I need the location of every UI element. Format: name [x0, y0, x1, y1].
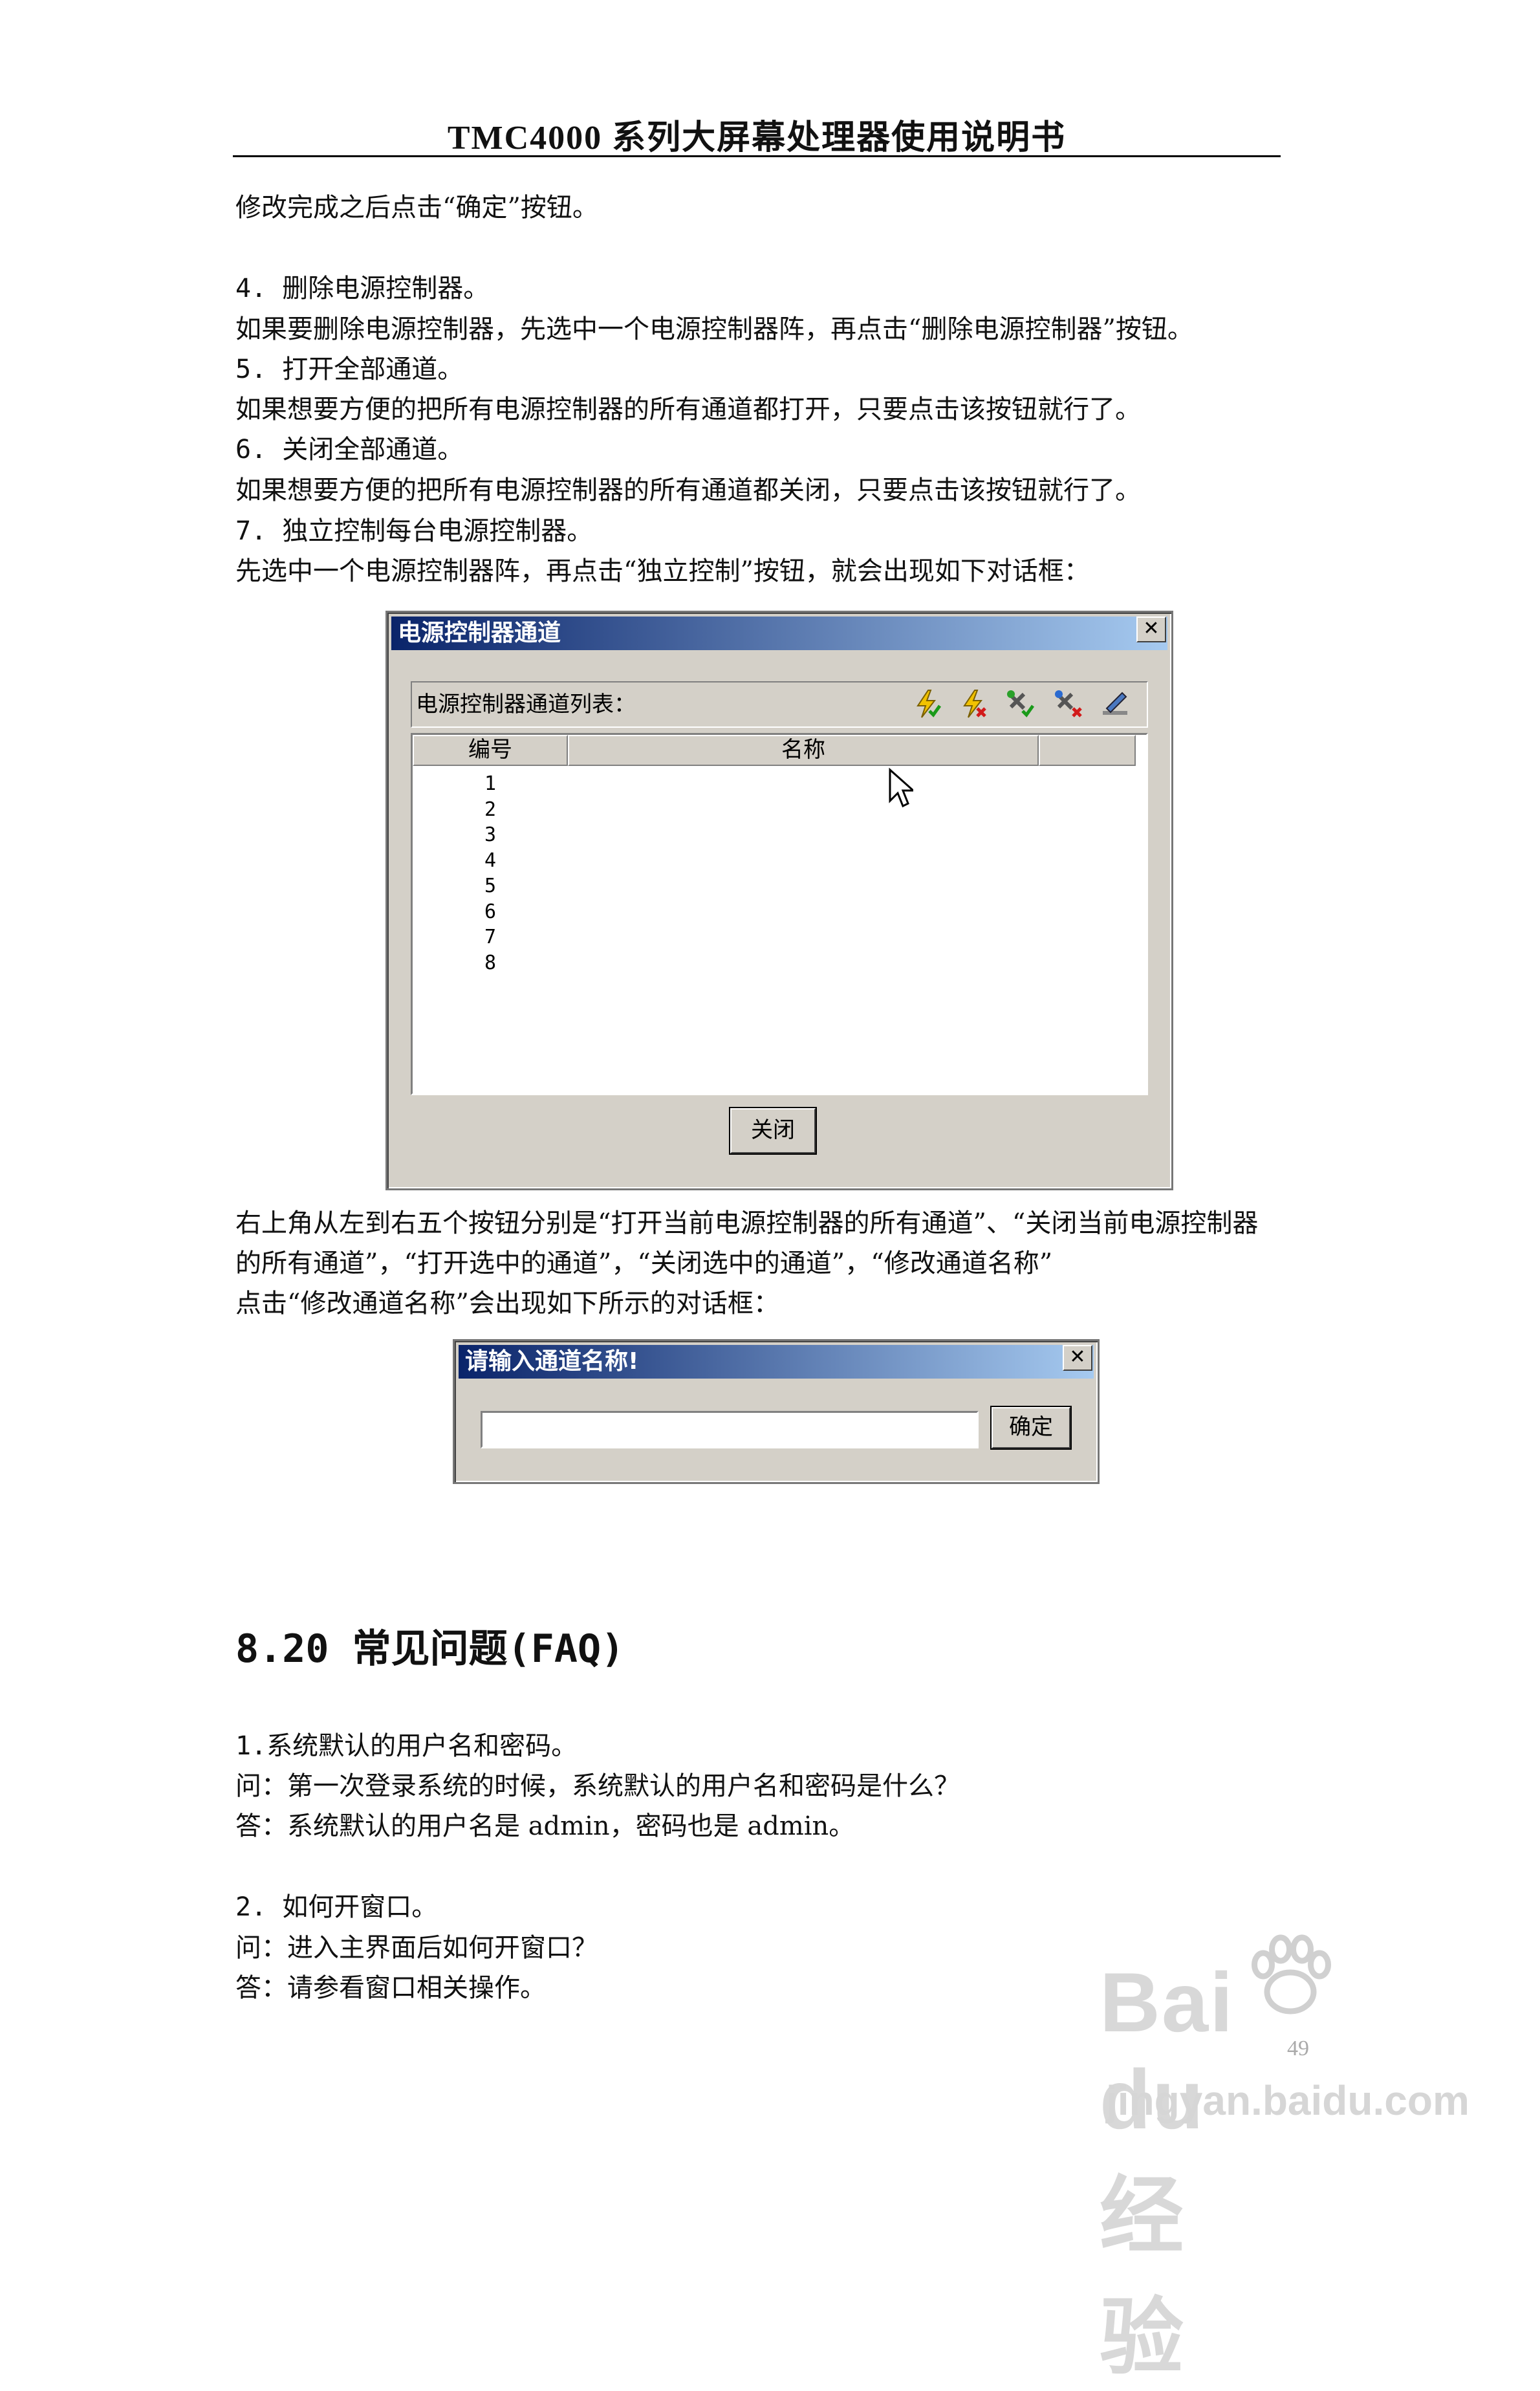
list-heading-4: 4. 删除电源控制器。: [235, 274, 490, 303]
paragraph: 修改完成之后点击“确定”按钮。: [235, 193, 598, 223]
channel-name-input[interactable]: [481, 1411, 979, 1448]
list-heading-6: 6. 关闭全部通道。: [235, 435, 464, 464]
close-icon[interactable]: ✕: [1136, 617, 1166, 642]
close-icon[interactable]: ✕: [1063, 1345, 1092, 1371]
channel-toolbar: 电源控制器通道列表：: [411, 681, 1148, 728]
column-header-number[interactable]: 编号: [413, 735, 568, 766]
table-row[interactable]: 4: [413, 848, 568, 874]
faq-question: 问：进入主界面后如何开窗口？: [235, 1933, 598, 1963]
channel-list-header: 编号 名称: [413, 735, 1146, 766]
page-number: 49: [1287, 2036, 1309, 2060]
table-row[interactable]: 5: [413, 873, 568, 899]
dialog-title: 请输入通道名称!: [465, 1348, 639, 1375]
dialog-titlebar: 电源控制器通道: [391, 617, 1167, 650]
paragraph: 如果想要方便的把所有电源控制器的所有通道都关闭，只要点击该按钮就行了。: [235, 475, 1141, 505]
table-row[interactable]: 2: [413, 797, 568, 823]
table-row[interactable]: 3: [413, 822, 568, 848]
watermark-url: jingyan.baidu.com: [1106, 2077, 1470, 2124]
open-selected-channel-icon[interactable]: [1004, 688, 1037, 720]
paragraph: 的所有通道”，“打开选中的通道”，“关闭选中的通道”，“修改通道名称”: [235, 1249, 1053, 1278]
column-header-name[interactable]: 名称: [568, 735, 1039, 766]
table-row[interactable]: 7: [413, 924, 568, 950]
mouse-cursor-icon: [889, 767, 913, 808]
faq-question: 问：第一次登录系统的时候，系统默认的用户名和密码是什么？: [235, 1771, 960, 1801]
header-rule: [233, 155, 1281, 157]
close-all-channels-icon[interactable]: [957, 688, 989, 720]
table-row[interactable]: 8: [413, 950, 568, 976]
watermark-logo: Bai du 经验: [1100, 1955, 1235, 2385]
channels-dialog: 电源控制器通道 ✕ 电源控制器通道列表： 编号 名称 1 2 3 4 5 6 7…: [385, 611, 1173, 1190]
faq-heading-2: 2. 如何开窗口。: [235, 1892, 438, 1922]
close-button[interactable]: 关闭: [729, 1107, 817, 1155]
paw-icon: [1252, 1934, 1331, 2014]
paragraph: 如果想要方便的把所有电源控制器的所有通道都打开，只要点击该按钮就行了。: [235, 395, 1141, 424]
close-selected-channel-icon[interactable]: [1052, 688, 1085, 720]
section-title: 8.20 常见问题(FAQ): [235, 1626, 625, 1672]
channel-rows: 1 2 3 4 5 6 7 8: [413, 771, 568, 976]
dialog-titlebar: 请输入通道名称!: [459, 1345, 1094, 1379]
list-heading-5: 5. 打开全部通道。: [235, 355, 464, 384]
ok-button[interactable]: 确定: [990, 1406, 1072, 1450]
open-all-channels-icon[interactable]: [910, 688, 942, 720]
faq-answer: 答：系统默认的用户名是 admin，密码也是 admin。: [235, 1811, 855, 1841]
document-header: TMC4000 系列大屏幕处理器使用说明书: [447, 120, 1067, 157]
paragraph: 右上角从左到右五个按钮分别是“打开当前电源控制器的所有通道”、“关闭当前电源控制…: [235, 1208, 1259, 1238]
faq-answer: 答：请参看窗口相关操作。: [235, 1973, 546, 2003]
column-header-extra[interactable]: [1039, 735, 1136, 766]
channel-name-dialog: 请输入通道名称! ✕ 确定: [453, 1339, 1100, 1484]
faq-heading-1: 1.系统默认的用户名和密码。: [235, 1731, 578, 1761]
table-row[interactable]: 1: [413, 771, 568, 797]
paragraph: 点击“修改通道名称”会出现如下所示的对话框：: [235, 1289, 779, 1318]
rename-channel-icon[interactable]: [1099, 688, 1131, 720]
dialog-title: 电源控制器通道: [398, 620, 561, 646]
table-row[interactable]: 6: [413, 899, 568, 925]
paragraph: 先选中一个电源控制器阵，再点击“独立控制”按钮，就会出现如下对话框：: [235, 556, 1090, 586]
paragraph: 如果要删除电源控制器，先选中一个电源控制器阵，再点击“删除电源控制器”按钮。: [235, 314, 1193, 344]
channel-list: 编号 名称 1 2 3 4 5 6 7 8: [411, 733, 1148, 1095]
list-heading-7: 7. 独立控制每台电源控制器。: [235, 516, 593, 546]
channel-list-label: 电源控制器通道列表：: [416, 692, 636, 717]
